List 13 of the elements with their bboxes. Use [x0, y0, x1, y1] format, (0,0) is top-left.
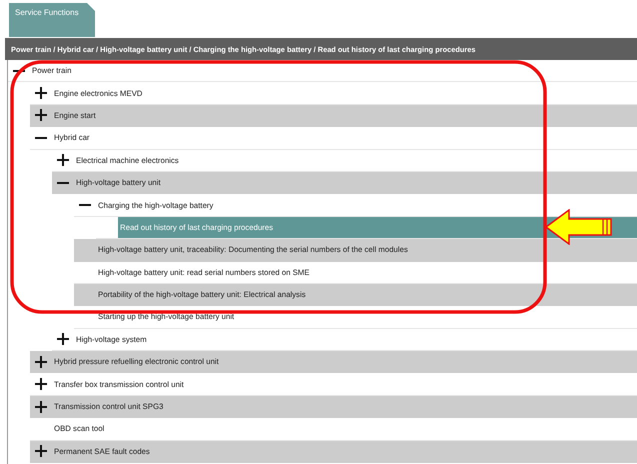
expand-icon[interactable]: [35, 87, 47, 100]
expand-icon[interactable]: [35, 356, 47, 368]
expand-icon[interactable]: [57, 154, 69, 166]
collapse-icon[interactable]: [35, 136, 47, 139]
collapse-icon[interactable]: [57, 182, 69, 184]
collapse-icon[interactable]: [13, 70, 25, 72]
expand-icon[interactable]: [35, 378, 47, 390]
expand-icon[interactable]: [35, 109, 47, 122]
collapse-icon[interactable]: [79, 204, 91, 206]
expand-icon[interactable]: [35, 400, 47, 413]
expand-icon[interactable]: [35, 445, 47, 458]
arrow-icon: [545, 209, 613, 245]
expand-icon[interactable]: [57, 333, 69, 346]
